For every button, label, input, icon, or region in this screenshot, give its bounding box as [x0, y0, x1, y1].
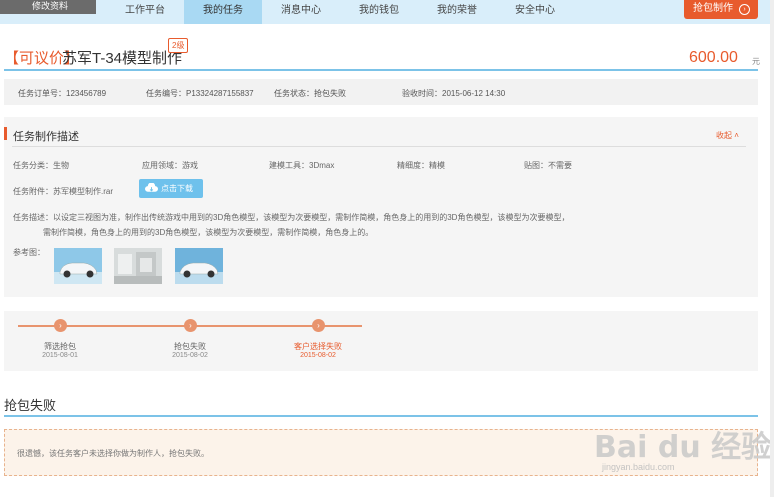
grab-task-label: 抢包制作	[693, 3, 733, 14]
order-number: 任务订单号：123456789	[18, 89, 107, 98]
task-status: 任务状态：抢包失败	[274, 89, 346, 98]
task-description-panel: 任务制作描述 收起 ˄ 任务分类：生物 应用领域：游戏 建模工具：3Dmax 精…	[4, 117, 758, 297]
collapse-toggle[interactable]: 收起 ˄	[716, 130, 739, 141]
modeling-tool: 建模工具：3Dmax	[269, 161, 335, 170]
step-date: 2015-08-02	[300, 352, 336, 359]
watermark-logo: Bai du 经验	[594, 430, 772, 465]
task-attachment: 任务附件：苏军模型制作.rar	[13, 187, 113, 196]
texture: 贴图：不需要	[524, 161, 572, 170]
download-button[interactable]: 点击下载	[139, 179, 203, 198]
price-unit: 元	[752, 57, 760, 66]
nav-honors[interactable]: 我的荣誉	[418, 0, 496, 24]
description-line-2: 需制作简模，角色身上的用到的3D角色模型，该模型为次要模型，需制作简模，角色身上…	[43, 228, 374, 237]
task-number: 任务编号：P13324287155837	[146, 89, 254, 98]
divider	[4, 415, 758, 417]
step-label: 抢包失败	[174, 342, 206, 351]
download-label: 点击下载	[161, 184, 193, 193]
application-field: 应用领域：游戏	[142, 161, 198, 170]
divider	[4, 69, 758, 71]
task-info-bar: 任务订单号：123456789 任务编号：P13324287155837 任务状…	[4, 79, 758, 105]
step-label: 客户选择失败	[294, 342, 342, 351]
nav-wallet[interactable]: 我的钱包	[340, 0, 418, 24]
nav-messages[interactable]: 消息中心	[262, 0, 340, 24]
progress-timeline: › › › 筛选抢包 2015-08-01 抢包失败 2015-08-02 客户…	[4, 311, 758, 371]
arrow-right-icon: ›	[739, 4, 750, 15]
baidu-watermark: Bai du 经验 jingyan.baidu.com	[594, 418, 774, 478]
accept-time: 验收时间：2015-06-12 14:30	[402, 89, 506, 98]
divider	[12, 146, 746, 147]
task-title-row: 【可议价】 苏军T-34模型制作 2级 600.00 元	[0, 38, 774, 70]
step-arrow-icon: ›	[312, 319, 325, 332]
step-arrow-icon: ›	[54, 319, 67, 332]
top-nav-bar: 修改资料 工作平台 我的任务 消息中心 我的钱包 我的荣誉 安全中心 抢包制作 …	[0, 0, 774, 24]
task-description: 任务描述：以设定三视图为准，制作出传统游戏中用到的3D角色模型，该模型为次要模型…	[13, 210, 593, 240]
chevron-up-icon: ˄	[734, 131, 739, 140]
reference-image[interactable]	[175, 248, 223, 284]
result-message: 很遗憾，该任务客户未选择你做为制作人，抢包失败。	[17, 449, 209, 458]
edit-profile-button[interactable]: 修改资料	[0, 0, 96, 14]
reference-image[interactable]	[114, 248, 162, 284]
watermark-url: jingyan.baidu.com	[602, 462, 675, 472]
cloud-download-icon	[145, 183, 158, 192]
description-line-1: 以设定三视图为准，制作出传统游戏中用到的3D角色模型，该模型为次要模型，需制作简…	[53, 213, 570, 222]
main-nav: 工作平台 我的任务 消息中心 我的钱包 我的荣誉 安全中心	[106, 0, 574, 24]
nav-workbench[interactable]: 工作平台	[106, 0, 184, 24]
scrollbar[interactable]	[770, 0, 774, 497]
level-badge: 2级	[168, 38, 189, 53]
grab-task-button[interactable]: 抢包制作 ›	[684, 0, 758, 19]
collapse-label: 收起	[716, 131, 732, 140]
reference-label: 参考图：	[13, 248, 45, 257]
section-title: 任务制作描述	[13, 131, 79, 143]
step-arrow-icon: ›	[184, 319, 197, 332]
task-price: 600.00	[689, 49, 738, 66]
precision: 精细度：精模	[397, 161, 445, 170]
nav-security[interactable]: 安全中心	[496, 0, 574, 24]
reference-image[interactable]	[54, 248, 102, 284]
step-date: 2015-08-02	[172, 352, 208, 359]
nav-my-tasks[interactable]: 我的任务	[184, 0, 262, 24]
task-title: 苏军T-34模型制作	[62, 50, 183, 67]
section-header: 任务制作描述 收起 ˄	[4, 124, 758, 144]
accent-bar	[4, 127, 7, 140]
step-date: 2015-08-01	[42, 352, 78, 359]
task-category: 任务分类：生物	[13, 161, 69, 170]
step-label: 筛选抢包	[44, 342, 76, 351]
result-title: 抢包失败	[4, 398, 57, 413]
description-label: 任务描述：	[13, 213, 53, 222]
